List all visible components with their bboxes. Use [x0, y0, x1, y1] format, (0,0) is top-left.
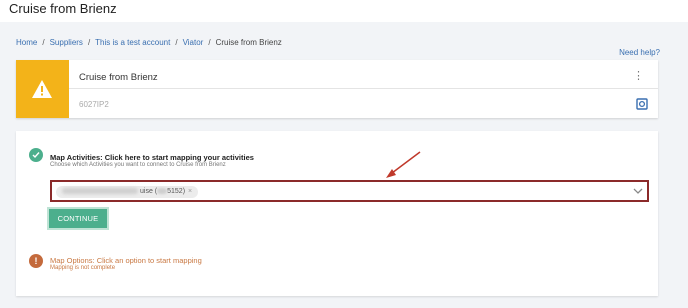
breadcrumb-account[interactable]: This is a test account	[95, 38, 170, 47]
redacted-text	[157, 188, 168, 195]
warning-icon	[32, 80, 52, 98]
chip-code: 5152)	[167, 188, 186, 195]
camera-icon[interactable]	[636, 98, 648, 110]
page-title: Cruise from Brienz	[9, 1, 117, 16]
breadcrumb-home[interactable]: Home	[16, 38, 37, 47]
map-activities-subtitle: Choose which Activities you want to conn…	[50, 162, 226, 168]
product-card: Cruise from Brienz 6027IP2 ⋮	[16, 60, 658, 118]
map-options-subtitle: Mapping is not complete	[50, 265, 116, 271]
breadcrumb-separator: /	[87, 38, 91, 47]
step-complete-icon	[29, 148, 43, 162]
breadcrumb: Home / Suppliers / This is a test account / Vi…	[16, 38, 282, 47]
redacted-text	[62, 188, 138, 195]
selected-activity-chip[interactable]: uise ( 5152) ×	[56, 186, 199, 198]
more-options-icon[interactable]: ⋮	[633, 71, 644, 82]
activities-select[interactable]: uise ( 5152) ×	[50, 180, 649, 202]
map-activities-title[interactable]: Map Activities: Click here to start mapp…	[50, 153, 254, 162]
need-help-link[interactable]: Need help?	[619, 48, 660, 57]
status-block	[16, 60, 69, 118]
map-options-title[interactable]: Map Options: Click an option to start ma…	[50, 256, 202, 265]
breadcrumb-separator: /	[208, 38, 211, 47]
card-divider	[69, 88, 658, 89]
breadcrumb-suppliers[interactable]: Suppliers	[50, 38, 83, 47]
continue-button[interactable]: CONTINUE	[49, 209, 107, 228]
breadcrumb-current: Cruise from Brienz	[215, 38, 282, 47]
step-incomplete-icon: !	[29, 254, 43, 268]
breadcrumb-viator[interactable]: Viator	[183, 38, 204, 47]
breadcrumb-separator: /	[175, 38, 178, 47]
mapping-card: Map Activities: Click here to start mapp…	[16, 131, 658, 296]
product-id: 6027IP2	[79, 100, 109, 109]
chip-text: uise (	[140, 188, 158, 195]
product-title: Cruise from Brienz	[79, 72, 158, 83]
top-bar: Cruise from Brienz	[0, 0, 688, 22]
remove-chip-icon[interactable]: ×	[188, 188, 192, 195]
chevron-down-icon[interactable]	[633, 187, 643, 195]
check-icon	[32, 152, 40, 159]
breadcrumb-separator: /	[42, 38, 45, 47]
